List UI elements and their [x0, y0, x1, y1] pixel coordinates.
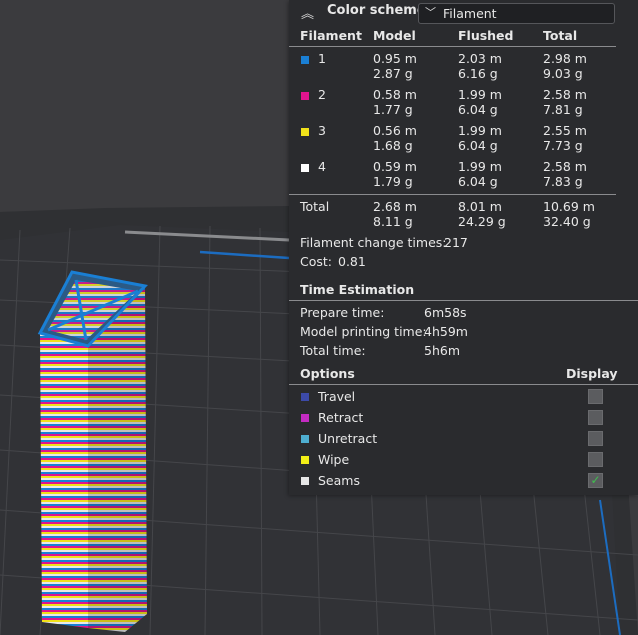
model-weight: 1.68 g: [373, 138, 413, 153]
retract-color-swatch: [301, 414, 309, 422]
total-time-label: Total time:: [300, 343, 366, 358]
retract-display-checkbox[interactable]: [588, 410, 603, 425]
column-header-filament: Filament: [300, 28, 362, 43]
model-length: 0.95 m: [373, 51, 417, 66]
unretract-display-checkbox[interactable]: [588, 431, 603, 446]
divider: [289, 384, 638, 385]
printed-model-tower[interactable]: [37, 270, 148, 632]
divider: [289, 194, 616, 195]
filament-2-swatch: [301, 92, 309, 100]
total-weight: 9.03 g: [543, 66, 583, 81]
filament-change-label: Filament change times:: [300, 235, 447, 250]
model-length: 0.59 m: [373, 159, 417, 174]
flushed-weight: 24.29 g: [458, 214, 506, 229]
option-label: Unretract: [318, 431, 378, 446]
options-title: Options: [300, 366, 355, 381]
filament-1-swatch: [301, 56, 309, 64]
total-label: Total: [300, 199, 330, 214]
total-length: 2.98 m: [543, 51, 587, 66]
column-header-flushed: Flushed: [458, 28, 514, 43]
filament-label: 2: [318, 87, 326, 102]
color-scheme-label: Color scheme: [327, 3, 426, 18]
slice-preview-legend-panel: ︽ Color scheme ﹀ Filament Filament Model…: [289, 0, 638, 495]
option-label: Retract: [318, 410, 364, 425]
model-length: 0.56 m: [373, 123, 417, 138]
model-printing-time-label: Model printing time:: [300, 324, 427, 339]
model-length: 0.58 m: [373, 87, 417, 102]
flushed-length: 1.99 m: [458, 87, 502, 102]
filament-label: 4: [318, 159, 326, 174]
travel-color-swatch: [301, 393, 309, 401]
travel-display-checkbox[interactable]: [588, 389, 603, 404]
total-length: 2.55 m: [543, 123, 587, 138]
color-scheme-dropdown[interactable]: ﹀ Filament: [418, 3, 615, 24]
option-label: Wipe: [318, 452, 350, 467]
color-scheme-value: Filament: [443, 6, 497, 21]
model-weight: 1.79 g: [373, 174, 413, 189]
total-weight: 32.40 g: [543, 214, 591, 229]
option-label: Travel: [318, 389, 356, 404]
seams-color-swatch: [301, 477, 309, 485]
checkmark-icon: ✓: [590, 473, 601, 487]
cost-value: 0.81: [338, 254, 366, 269]
color-scheme-header: ︽ Color scheme ﹀ Filament: [289, 0, 638, 26]
total-weight: 7.73 g: [543, 138, 583, 153]
column-header-total: Total: [543, 28, 578, 43]
prepare-time-value: 6m58s: [424, 305, 467, 320]
model-length: 2.68 m: [373, 199, 417, 214]
filament-3-swatch: [301, 128, 309, 136]
unretract-color-swatch: [301, 435, 309, 443]
time-estimation-title: Time Estimation: [300, 282, 415, 297]
flushed-length: 1.99 m: [458, 123, 502, 138]
prepare-time-label: Prepare time:: [300, 305, 385, 320]
total-weight: 7.81 g: [543, 102, 583, 117]
flushed-length: 1.99 m: [458, 159, 502, 174]
model-weight: 8.11 g: [373, 214, 413, 229]
column-header-model: Model: [373, 28, 416, 43]
option-label: Seams: [318, 473, 360, 488]
display-column-title: Display: [566, 366, 618, 381]
divider: [289, 46, 616, 47]
model-weight: 2.87 g: [373, 66, 413, 81]
cost-label: Cost:: [300, 254, 333, 269]
flushed-length: 2.03 m: [458, 51, 502, 66]
double-chevron-up-icon[interactable]: ︽: [301, 3, 314, 22]
filament-4-swatch: [301, 164, 309, 172]
total-length: 10.69 m: [543, 199, 595, 214]
total-time-value: 5h6m: [424, 343, 461, 358]
flushed-weight: 6.04 g: [458, 174, 498, 189]
flushed-weight: 6.16 g: [458, 66, 498, 81]
total-length: 2.58 m: [543, 87, 587, 102]
filament-label: 1: [318, 51, 326, 66]
chevron-down-icon: ﹀: [425, 6, 436, 19]
total-length: 2.58 m: [543, 159, 587, 174]
filament-label: 3: [318, 123, 326, 138]
model-weight: 1.77 g: [373, 102, 413, 117]
filament-change-value: 217: [444, 235, 468, 250]
divider: [289, 300, 638, 301]
flushed-length: 8.01 m: [458, 199, 502, 214]
model-printing-time-value: 4h59m: [424, 324, 468, 339]
flushed-weight: 6.04 g: [458, 102, 498, 117]
wipe-color-swatch: [301, 456, 309, 464]
flushed-weight: 6.04 g: [458, 138, 498, 153]
seams-display-checkbox[interactable]: ✓: [588, 473, 603, 488]
wipe-display-checkbox[interactable]: [588, 452, 603, 467]
total-weight: 7.83 g: [543, 174, 583, 189]
